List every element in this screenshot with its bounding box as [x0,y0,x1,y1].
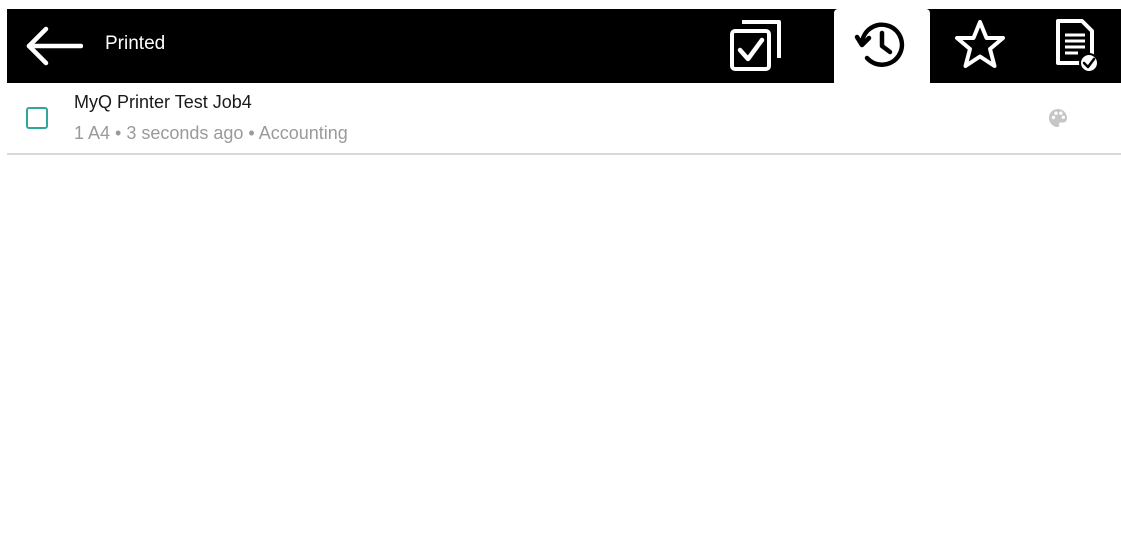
page-title: Printed [105,33,166,54]
tab-printed[interactable] [1031,9,1121,83]
job-checkbox[interactable] [26,107,48,129]
job-details: 1 A4 • 3 seconds ago • Accounting [74,123,348,143]
back-arrow-icon [26,26,83,66]
printed-jobs-screen: Printed MyQ Printer Test Job4 1 A4 • 3 s… [7,9,1121,555]
palette-icon [1049,109,1067,127]
checked-documents-icon [730,20,781,71]
back-button[interactable] [21,21,87,71]
tab-queue[interactable] [707,9,807,83]
printed-document-icon [1056,19,1098,73]
tab-favorites[interactable] [932,9,1027,83]
top-bar: Printed [7,9,1121,83]
job-name: MyQ Printer Test Job4 [74,92,252,112]
job-list-item[interactable]: MyQ Printer Test Job4 1 A4 • 3 seconds a… [7,83,1121,155]
tab-history[interactable] [834,9,930,83]
star-icon [954,20,1005,68]
history-icon [854,22,905,67]
